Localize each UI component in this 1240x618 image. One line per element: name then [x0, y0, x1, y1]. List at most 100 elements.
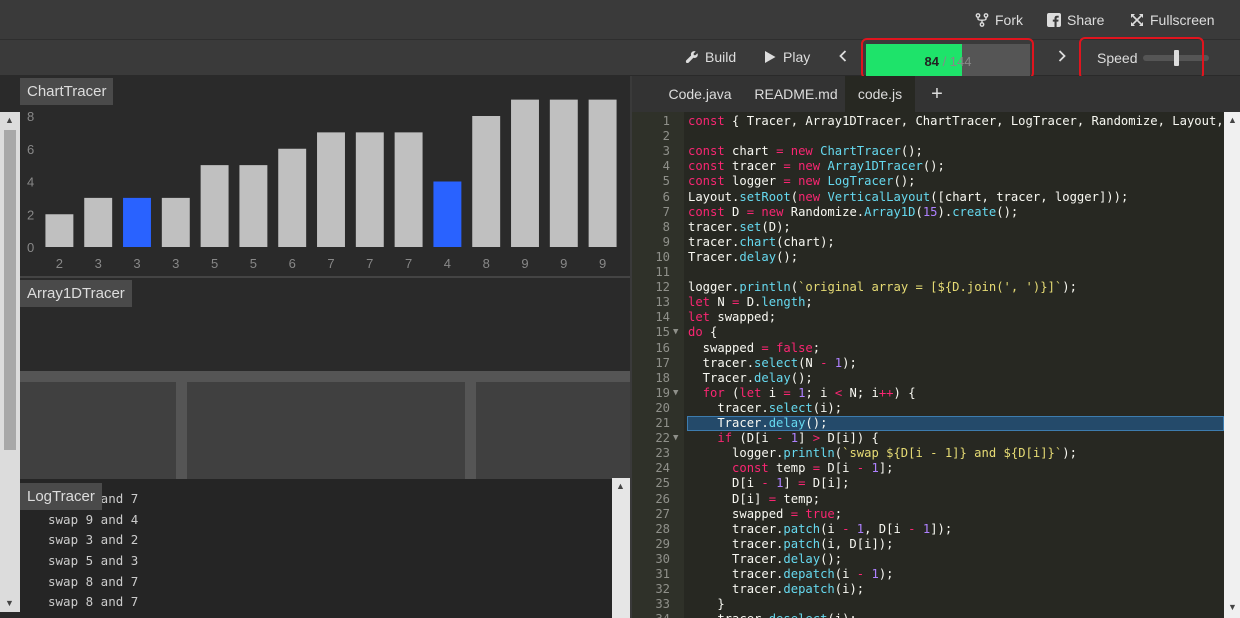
fold-toggle-icon[interactable]: ▼	[673, 431, 678, 446]
code-text: const { Tracer, Array1DTracer, ChartTrac…	[688, 114, 1224, 128]
code-line: 20 tracer.select(i);	[632, 401, 1224, 416]
line-number: 31	[655, 567, 670, 581]
line-number: 23	[655, 446, 670, 461]
line-number: 32	[655, 582, 670, 597]
code-text: let swapped;	[688, 310, 777, 325]
fullscreen-button[interactable]: Fullscreen	[1130, 12, 1215, 28]
build-button[interactable]: Build	[685, 49, 736, 65]
code-line: 14 let swapped;	[632, 310, 1224, 325]
code-line: 5 const logger = new LogTracer();	[632, 174, 1224, 189]
visualization-panel: 0 2 4 6 8 2 3 3 3 5 5 6 7 7 7 4 8 9 9 9 ChartTracer Array1D…	[0, 76, 630, 618]
log-scrollbar[interactable]: ▲	[612, 478, 630, 618]
code-line: 3 const chart = new ChartTracer();	[632, 144, 1224, 159]
line-number: 3	[662, 144, 670, 159]
tab-code-js[interactable]: code.js	[845, 76, 915, 112]
line-number: 10	[655, 249, 670, 264]
code-line: 26 D[i] = temp;	[632, 492, 1224, 507]
line-number: 14	[655, 310, 670, 325]
tab-code-java[interactable]: Code.java	[656, 76, 744, 112]
chart-bar	[355, 132, 384, 247]
x-tick-label: 6	[289, 256, 296, 271]
scroll-down-icon[interactable]: ▼	[1228, 602, 1237, 612]
chart-bar	[239, 165, 268, 247]
scrollbar-thumb[interactable]	[4, 130, 16, 450]
code-line: 25 D[i - 1] = D[i];	[632, 476, 1224, 491]
x-tick-label: 9	[521, 256, 528, 271]
progress-highlight-box	[861, 38, 1034, 79]
code-line: 1 const { Tracer, Array1DTracer, ChartTra…	[632, 114, 1224, 129]
y-tick-label: 4	[27, 175, 34, 190]
code-text: const D = new Randomize.Array1D(15).crea…	[688, 204, 1019, 219]
line-number: 27	[655, 506, 670, 521]
scroll-up-icon[interactable]: ▲	[5, 115, 14, 125]
x-tick-label: 9	[560, 256, 567, 271]
chart-bar	[433, 181, 462, 247]
play-button[interactable]: Play	[763, 49, 810, 65]
line-number: 26	[655, 491, 670, 506]
fold-toggle-icon[interactable]: ▼	[673, 386, 678, 401]
line-number: 22	[655, 431, 670, 446]
scroll-down-icon[interactable]: ▼	[5, 598, 14, 608]
x-tick-label: 9	[599, 256, 606, 271]
line-number: 24	[655, 461, 670, 476]
log-line: swap 3 and 2	[48, 532, 139, 548]
next-step-button[interactable]	[1055, 49, 1069, 63]
array-cell	[476, 382, 630, 479]
chart-tracer-title: ChartTracer	[20, 78, 114, 105]
fork-label: Fork	[995, 12, 1023, 28]
fold-toggle-icon[interactable]: ▼	[673, 325, 678, 340]
chart-bar	[549, 99, 578, 247]
code-line: 23 logger.println(`swap ${D[i - 1]} and …	[632, 446, 1224, 461]
code-text: }	[688, 597, 725, 612]
tab-readme[interactable]: README.md	[748, 76, 844, 112]
build-label: Build	[705, 49, 737, 65]
code-text: const tracer = new Array1DTracer();	[688, 159, 945, 174]
code-line: 7 const D = new Randomize.Array1D(15).cre…	[632, 205, 1224, 220]
chart-bar	[511, 99, 539, 247]
code-line: 27 swapped = true;	[632, 507, 1224, 522]
line-number: 15	[655, 325, 670, 340]
line-number: 34	[632, 612, 670, 618]
scroll-up-icon[interactable]: ▲	[1228, 115, 1237, 125]
visualization-scrollbar[interactable]: ▲ ▼	[0, 112, 20, 612]
x-tick-label: 7	[327, 256, 334, 271]
line-number: 11	[655, 265, 670, 279]
code-text: tracer.set(D);	[688, 219, 791, 234]
add-tab-button[interactable]: +	[922, 76, 952, 112]
code-text: D[i] = temp;	[688, 491, 821, 506]
code-text: Tracer.delay();	[688, 551, 843, 566]
fork-button[interactable]: Fork	[975, 12, 1023, 28]
chart-bar	[588, 99, 617, 247]
bar-chart: 0 2 4 6 8 2 3 3 3 5 5 6 7 7 7 4 8 9 9 9	[27, 99, 617, 271]
log-line: swap 8 and 7	[48, 594, 139, 610]
chart-bar	[200, 165, 229, 247]
fork-icon	[975, 13, 989, 27]
array-cell	[187, 382, 465, 479]
y-tick-label: 0	[27, 240, 34, 255]
line-number: 4	[662, 159, 670, 174]
chevron-right-icon	[1058, 50, 1066, 62]
share-button[interactable]: Share	[1047, 12, 1104, 28]
log-line: swap 8 and 7	[48, 573, 139, 589]
code-line: 2	[632, 129, 1224, 144]
code-editor[interactable]: 1 const { Tracer, Array1DTracer, ChartTra…	[632, 112, 1224, 618]
line-number: 16	[655, 340, 670, 355]
prev-step-button[interactable]	[836, 49, 850, 63]
scroll-up-icon[interactable]: ▲	[616, 481, 625, 491]
line-number: 21	[655, 416, 670, 430]
code-text: Tracer.delay();	[688, 416, 828, 430]
chart-bar	[278, 148, 307, 247]
facebook-icon	[1047, 13, 1061, 27]
code-line: 22 ▼ if (D[i - 1] > D[i]) {	[632, 431, 1224, 446]
code-line: 33 }	[632, 597, 1224, 612]
editor-panel: Code.java README.md code.js + 1 const { T…	[632, 76, 1240, 618]
line-number: 33	[655, 597, 670, 612]
line-number: 19	[655, 385, 670, 400]
line-number: 13	[655, 295, 670, 310]
editor-scrollbar[interactable]: ▲ ▼	[1224, 112, 1240, 618]
log-line: swap 9 and 4	[48, 511, 139, 527]
code-line: 30 Tracer.delay();	[632, 552, 1224, 567]
code-text: tracer.depatch(i);	[688, 582, 865, 597]
code-text: tracer.deselect(i);	[688, 612, 856, 618]
chart-bar	[394, 132, 423, 247]
